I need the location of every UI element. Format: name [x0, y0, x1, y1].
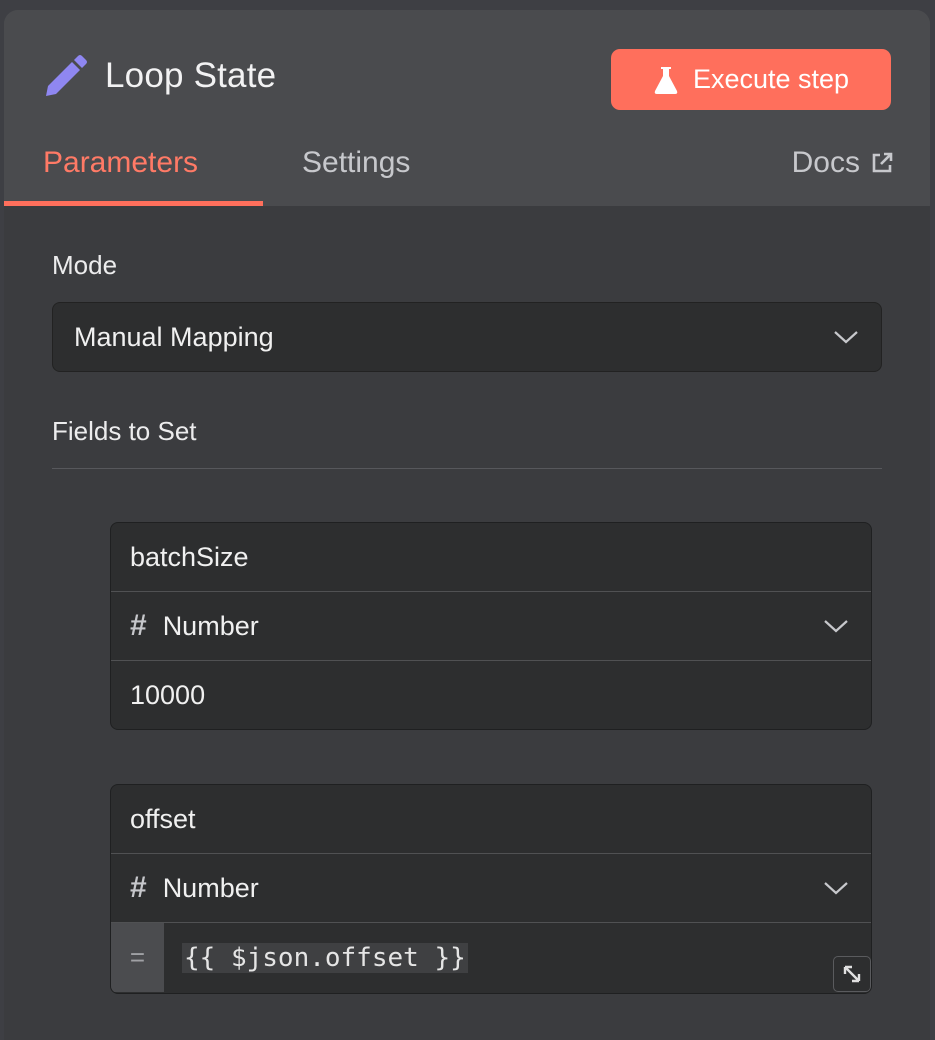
external-link-icon: [872, 152, 893, 173]
expand-icon: [843, 965, 861, 983]
divider: [52, 468, 882, 469]
docs-link[interactable]: Docs: [792, 146, 894, 180]
node-parameters-panel: Loop State Execute step Parameters Setti…: [4, 10, 930, 1040]
execute-step-button[interactable]: Execute step: [611, 49, 891, 110]
mode-select[interactable]: Manual Mapping: [52, 302, 882, 372]
chevron-down-icon: [824, 882, 848, 895]
chevron-down-icon: [824, 620, 848, 633]
field-name-value: batchSize: [130, 541, 249, 572]
parameters-body: Mode Manual Mapping Fields to Set batchS…: [4, 206, 930, 1040]
field-type-value: Number: [162, 872, 259, 903]
node-title: Loop State: [105, 56, 277, 95]
field-card: batchSize # Number 10000: [110, 522, 872, 730]
field-type-select[interactable]: # Number: [111, 854, 871, 923]
field-name-input[interactable]: offset: [111, 785, 871, 854]
hash-icon: #: [130, 609, 147, 642]
field-type-select[interactable]: # Number: [111, 592, 871, 661]
field-type-value: Number: [162, 610, 259, 641]
docs-link-label: Docs: [791, 146, 860, 179]
pencil-icon: [46, 55, 87, 96]
field-name-value: offset: [130, 803, 196, 834]
field-expression-input[interactable]: = {{ $json.offset }}: [111, 923, 871, 992]
flask-icon: [654, 66, 678, 94]
field-value: 10000: [130, 680, 206, 710]
field-name-input[interactable]: batchSize: [111, 523, 871, 592]
field-card: offset # Number = {{ $json.offset }}: [110, 784, 872, 994]
field-value-input[interactable]: 10000: [111, 661, 871, 729]
tab-settings[interactable]: Settings: [302, 146, 410, 180]
expression-marker: =: [111, 923, 164, 992]
panel-header: Loop State Execute step Parameters Setti…: [4, 10, 930, 206]
tab-parameters[interactable]: Parameters: [43, 146, 198, 180]
mode-label: Mode: [52, 250, 118, 280]
expression-value: {{ $json.offset }}: [182, 942, 468, 973]
execute-step-label: Execute step: [692, 64, 850, 94]
hash-icon: #: [130, 871, 147, 904]
chevron-down-icon: [834, 331, 858, 344]
tab-bar: Parameters Settings Docs: [4, 140, 930, 206]
fields-to-set-label: Fields to Set: [52, 416, 197, 446]
expand-editor-button[interactable]: [833, 956, 871, 992]
mode-select-value: Manual Mapping: [74, 321, 274, 352]
